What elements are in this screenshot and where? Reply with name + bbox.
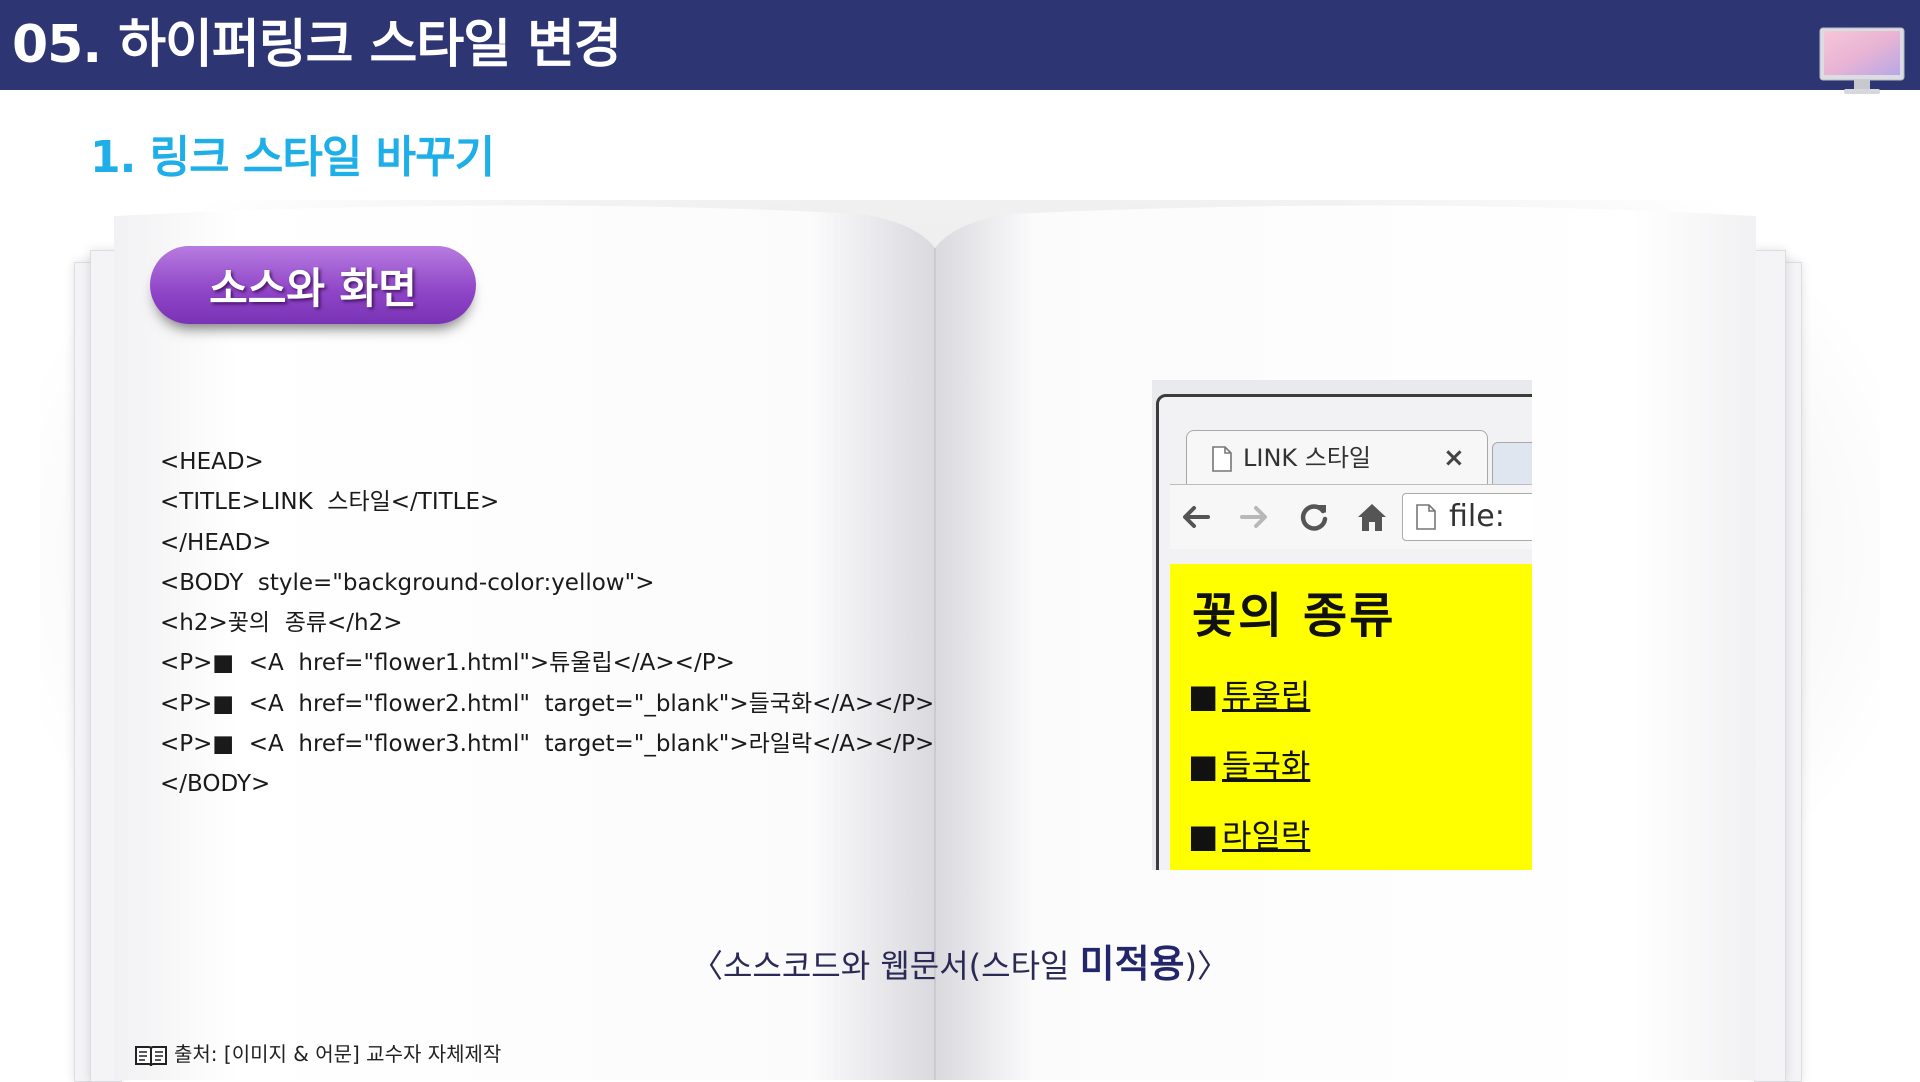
reload-icon[interactable] [1296,499,1332,535]
new-tab-button[interactable] [1492,442,1532,486]
caption-suffix: )〉 [1184,947,1230,985]
figure-caption: 〈소스코드와 웹문서(스타일 미적용)〉 [660,940,1260,990]
code-listing: <HEAD> <TITLE>LINK 스타일</TITLE> </HEAD> <… [160,442,935,805]
browser-toolbar: file: [1170,484,1532,549]
source-and-screen-badge: 소스와 화면 [150,246,476,324]
caption-emphasis: 미적용 [1079,942,1185,986]
bullet: ■ [1188,747,1219,785]
bullet: ■ [1188,817,1219,855]
home-icon[interactable] [1354,499,1390,535]
book-icon [135,1045,167,1066]
code-line: <HEAD> [160,449,264,475]
code-line: </HEAD> [160,529,272,556]
badge-label: 소스와 화면 [209,263,417,313]
link-chrysanthemum[interactable]: 들국화 [1222,747,1310,785]
forward-arrow-icon[interactable] [1236,499,1272,535]
code-line: </BODY> [160,771,271,798]
link-lilac[interactable]: 라일락 [1222,817,1310,855]
document-icon [1212,446,1232,472]
browser-tab[interactable]: LINK 스타일 × [1186,430,1488,485]
code-line: <BODY style="background-color:yellow"> [160,569,655,596]
list-item: ■ 라일락 [1188,816,1310,856]
link-tulip[interactable]: 튜울립 [1222,677,1310,715]
browser-screenshot: LINK 스타일 × file: 꽃의 종류 ■ 튜울립 ■ 들국화 ■ 라일락 [1152,380,1532,870]
bullet: ■ [1188,677,1219,715]
code-line: <P>■ <A href="flower1.html">튜울립</A></P> [160,650,735,677]
source-text: 출처: [이미지 & 어문] 교수자 자체제작 [174,1042,502,1066]
page-heading: 꽃의 종류 [1192,588,1396,644]
page-icon [1416,504,1436,530]
tab-title: LINK 스타일 [1243,444,1372,472]
caption-prefix: 〈소스코드와 웹문서(스타일 [690,947,1080,985]
address-text: file: [1449,499,1505,534]
code-line: <P>■ <A href="flower2.html" target="_bla… [160,690,935,717]
list-item: ■ 들국화 [1188,746,1310,786]
source-note: 출처: [이미지 & 어문] 교수자 자체제작 [134,1040,501,1068]
code-line: <P>■ <A href="flower3.html" target="_bla… [160,731,935,758]
address-bar[interactable]: file: [1402,493,1532,541]
code-line: <TITLE>LINK 스타일</TITLE> [160,489,500,516]
back-arrow-icon[interactable] [1178,499,1214,535]
tab-close-icon[interactable]: × [1443,443,1465,473]
list-item: ■ 튜울립 [1188,676,1310,716]
browser-viewport: 꽃의 종류 ■ 튜울립 ■ 들국화 ■ 라일락 [1170,564,1532,870]
code-line: <h2>꽃의 종류</h2> [160,610,403,637]
